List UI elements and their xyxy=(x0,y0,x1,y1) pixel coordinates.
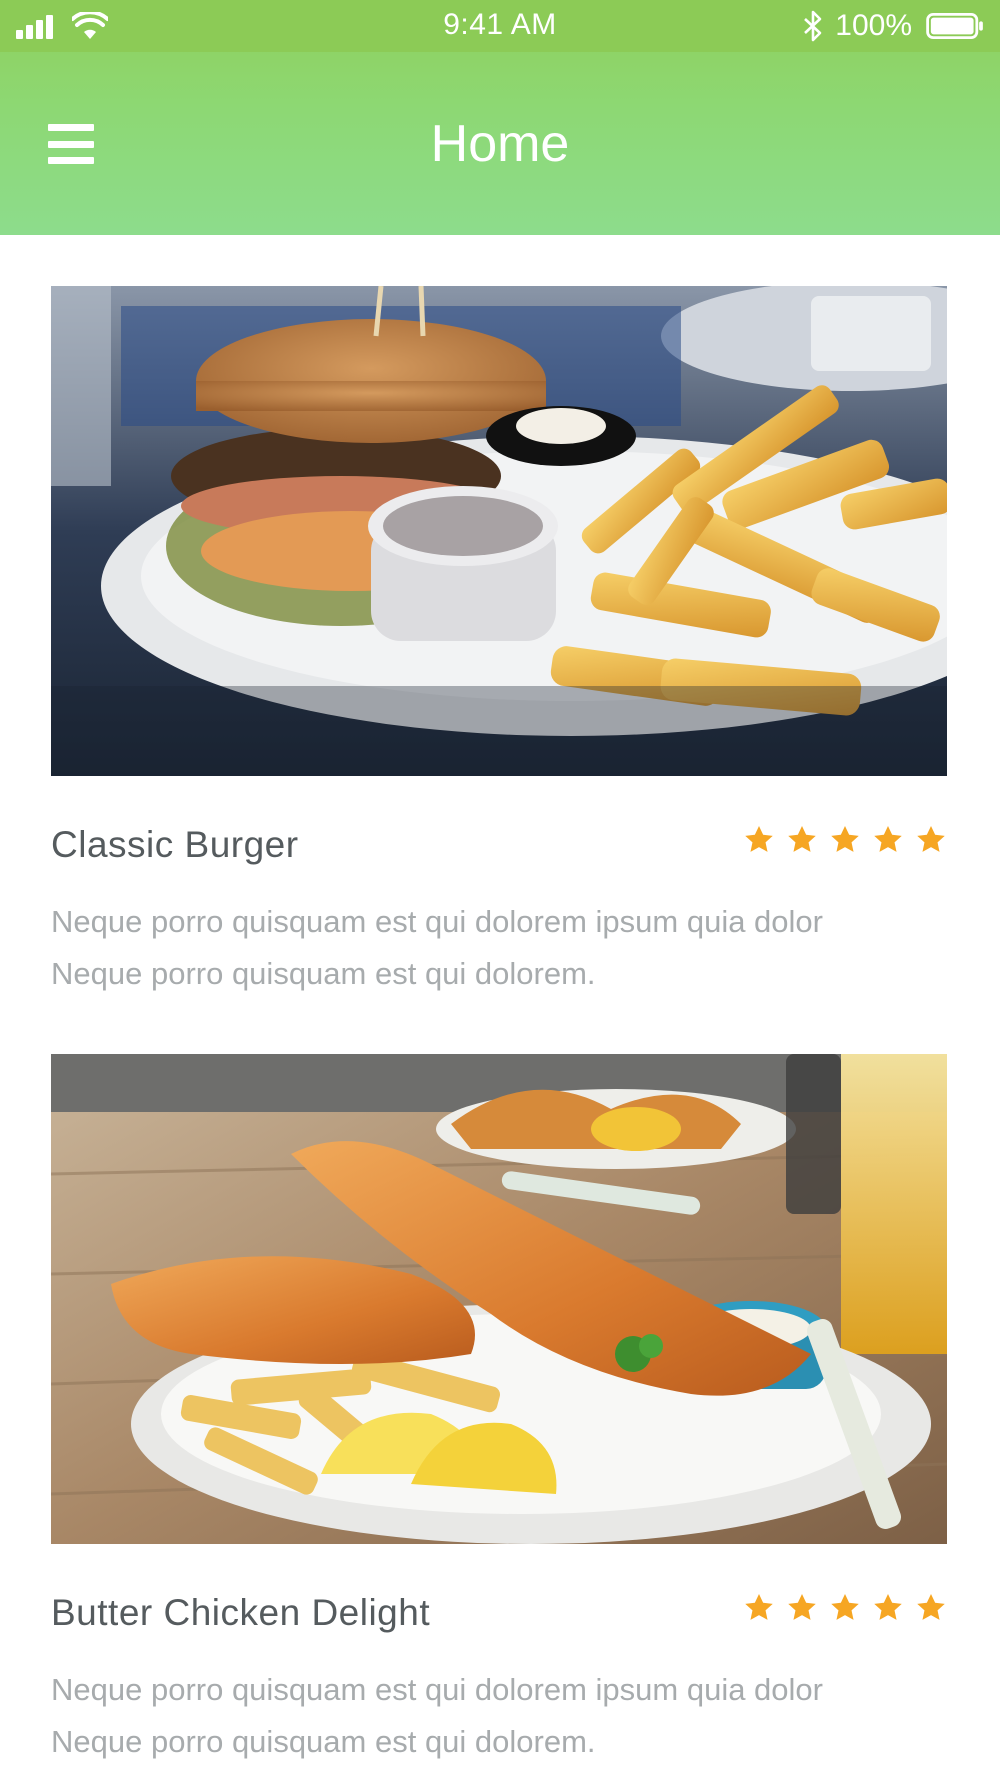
card-title[interactable]: Butter Chicken Delight xyxy=(51,1592,430,1634)
card-title-row: Butter Chicken Delight xyxy=(51,1588,947,1648)
star-icon xyxy=(874,826,902,852)
star-icon xyxy=(831,1594,859,1620)
star-icon xyxy=(831,826,859,852)
page-title: Home xyxy=(430,115,570,173)
card-description: Neque porro quisquam est qui dolorem ips… xyxy=(51,1672,823,1759)
star-icon xyxy=(917,1594,945,1620)
star-icon xyxy=(745,1594,773,1620)
food-card[interactable]: Butter Chicken Delight Neque porro quisq… xyxy=(51,1054,947,1768)
navigation-bar: Home xyxy=(0,52,1000,235)
fried-fish-and-chips-photo[interactable] xyxy=(51,1054,947,1544)
star-icon xyxy=(745,826,773,852)
star-rating xyxy=(743,824,947,856)
star-rating xyxy=(743,1592,947,1624)
star-icon xyxy=(917,826,945,852)
battery-percentage: 100% xyxy=(835,9,912,42)
card-description: Neque porro quisquam est qui dolorem ips… xyxy=(51,904,823,991)
star-icon xyxy=(788,1594,816,1620)
star-icon xyxy=(874,1594,902,1620)
status-right: 100% xyxy=(803,8,986,44)
card-title[interactable]: Classic Burger xyxy=(51,824,299,866)
app-header: 9:41 AM 100% Home xyxy=(0,0,1000,235)
burger-and-fries-photo[interactable] xyxy=(51,286,947,776)
food-card[interactable]: Classic Burger Neque porro quisquam est … xyxy=(51,286,947,1000)
star-icon xyxy=(788,826,816,852)
battery-icon xyxy=(926,13,983,39)
bluetooth-icon xyxy=(804,10,822,42)
card-title-row: Classic Burger xyxy=(51,820,947,880)
status-bar: 9:41 AM 100% xyxy=(0,0,1000,52)
